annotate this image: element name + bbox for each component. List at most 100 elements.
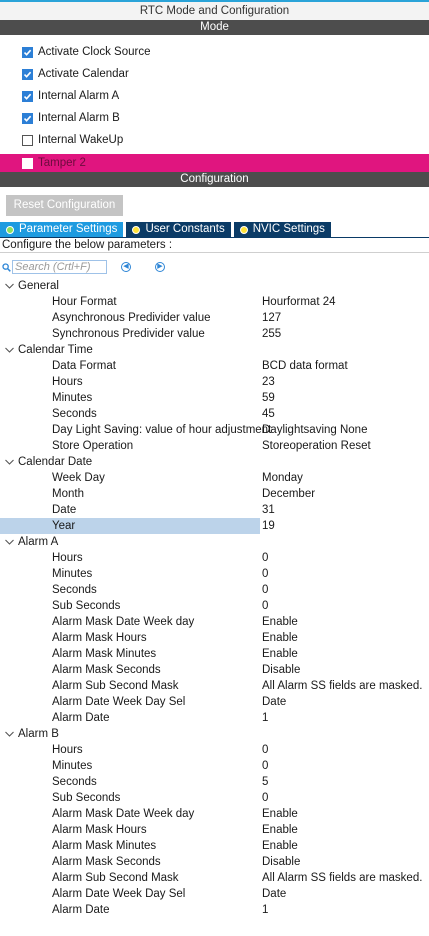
- search-field[interactable]: [12, 260, 107, 274]
- mode-item-activate-calendar[interactable]: Activate Calendar: [0, 63, 429, 85]
- parameter-value[interactable]: Monday: [262, 470, 303, 486]
- mode-item-activate-clock-source[interactable]: Activate Clock Source: [0, 41, 429, 63]
- mode-item-internal-wakeup[interactable]: Internal WakeUp: [0, 129, 429, 151]
- parameter-row[interactable]: Alarm Mask Seconds Disable: [0, 662, 429, 678]
- parameter-row[interactable]: Alarm Mask Minutes Enable: [0, 838, 429, 854]
- checkbox-icon[interactable]: [22, 46, 33, 58]
- checkbox-icon[interactable]: [22, 68, 33, 80]
- parameter-value[interactable]: Enable: [262, 838, 298, 854]
- parameter-value[interactable]: 19: [262, 518, 275, 534]
- chevron-down-icon[interactable]: [4, 282, 15, 290]
- chevron-down-icon[interactable]: [4, 538, 15, 546]
- tab-user-constants[interactable]: User Constants: [126, 222, 231, 237]
- parameter-row[interactable]: Hours 23: [0, 374, 429, 390]
- tree-group-alarm-a[interactable]: Alarm A: [0, 534, 429, 550]
- parameter-row[interactable]: Hour Format Hourformat 24: [0, 294, 429, 310]
- parameter-value[interactable]: 23: [262, 374, 275, 390]
- parameter-row[interactable]: Minutes 0: [0, 758, 429, 774]
- checkbox-icon[interactable]: [22, 90, 33, 102]
- parameter-value[interactable]: Enable: [262, 806, 298, 822]
- parameter-value[interactable]: 0: [262, 790, 268, 806]
- mode-item-tamper-2[interactable]: Tamper 2: [0, 154, 429, 172]
- parameter-value[interactable]: 5: [262, 774, 268, 790]
- parameter-value[interactable]: 0: [262, 598, 268, 614]
- parameter-row[interactable]: Alarm Mask Seconds Disable: [0, 854, 429, 870]
- parameter-value[interactable]: Date: [262, 886, 286, 902]
- tree-group-calendar-date[interactable]: Calendar Date: [0, 454, 429, 470]
- parameter-value[interactable]: 45: [262, 406, 275, 422]
- parameter-row[interactable]: Hours 0: [0, 550, 429, 566]
- parameter-row[interactable]: Alarm Sub Second Mask All Alarm SS fields…: [0, 678, 429, 694]
- chevron-down-icon[interactable]: [4, 346, 15, 354]
- parameter-value[interactable]: Daylightsaving None: [262, 422, 367, 438]
- parameter-row[interactable]: Asynchronous Predivider value 127: [0, 310, 429, 326]
- previous-result-icon[interactable]: ◀: [121, 262, 131, 272]
- parameter-value[interactable]: 0: [262, 582, 268, 598]
- parameter-value[interactable]: BCD data format: [262, 358, 348, 374]
- parameter-value[interactable]: Enable: [262, 614, 298, 630]
- checkbox-icon[interactable]: [22, 157, 33, 169]
- parameter-value[interactable]: 1: [262, 902, 268, 918]
- parameter-value[interactable]: Disable: [262, 662, 300, 678]
- parameter-row[interactable]: Alarm Date Week Day Sel Date: [0, 886, 429, 902]
- parameter-value[interactable]: 0: [262, 550, 268, 566]
- parameter-row[interactable]: Data Format BCD data format: [0, 358, 429, 374]
- next-result-icon[interactable]: ▶: [155, 262, 165, 272]
- parameter-row[interactable]: Minutes 59: [0, 390, 429, 406]
- parameter-value[interactable]: 31: [262, 502, 275, 518]
- chevron-down-icon[interactable]: [4, 730, 15, 738]
- mode-item-internal-alarm-a[interactable]: Internal Alarm A: [0, 85, 429, 107]
- parameter-row[interactable]: Alarm Date 1: [0, 710, 429, 726]
- parameter-row[interactable]: Date 31: [0, 502, 429, 518]
- mode-item-internal-alarm-b[interactable]: Internal Alarm B: [0, 107, 429, 129]
- tree-group-general[interactable]: General: [0, 278, 429, 294]
- checkbox-icon[interactable]: [22, 112, 33, 124]
- tree-group-alarm-b[interactable]: Alarm B: [0, 726, 429, 742]
- parameter-row[interactable]: Seconds 0: [0, 582, 429, 598]
- tab-nvic-settings[interactable]: NVIC Settings: [233, 222, 331, 237]
- parameter-value[interactable]: 0: [262, 566, 268, 582]
- parameter-value[interactable]: Storeoperation Reset: [262, 438, 371, 454]
- reset-configuration-button[interactable]: Reset Configuration: [6, 195, 123, 216]
- parameter-value[interactable]: Enable: [262, 630, 298, 646]
- parameter-row[interactable]: Alarm Mask Minutes Enable: [0, 646, 429, 662]
- chevron-down-icon[interactable]: [4, 458, 15, 466]
- parameter-row[interactable]: Seconds 5: [0, 774, 429, 790]
- parameter-row[interactable]: Day Light Saving: value of hour adjustme…: [0, 422, 429, 438]
- parameter-row[interactable]: Alarm Mask Hours Enable: [0, 822, 429, 838]
- search-input[interactable]: [15, 261, 95, 273]
- parameter-row[interactable]: Synchronous Predivider value 255: [0, 326, 429, 342]
- parameter-row[interactable]: Minutes 0: [0, 566, 429, 582]
- parameter-value[interactable]: 255: [262, 326, 281, 342]
- parameter-row[interactable]: Seconds 45: [0, 406, 429, 422]
- parameter-row[interactable]: Year 19: [0, 518, 429, 534]
- parameter-value[interactable]: 1: [262, 710, 268, 726]
- parameter-value[interactable]: 127: [262, 310, 281, 326]
- parameter-value[interactable]: December: [262, 486, 315, 502]
- parameter-value[interactable]: Disable: [262, 854, 300, 870]
- parameter-row[interactable]: Alarm Mask Date Week day Enable: [0, 614, 429, 630]
- parameter-value[interactable]: Date: [262, 694, 286, 710]
- parameter-value[interactable]: Enable: [262, 822, 298, 838]
- parameter-value[interactable]: 0: [262, 758, 268, 774]
- parameter-row[interactable]: Alarm Mask Date Week day Enable: [0, 806, 429, 822]
- parameter-value[interactable]: Hourformat 24: [262, 294, 336, 310]
- parameter-value[interactable]: 59: [262, 390, 275, 406]
- parameter-row[interactable]: Month December: [0, 486, 429, 502]
- parameter-row[interactable]: Sub Seconds 0: [0, 790, 429, 806]
- tab-parameter-settings[interactable]: Parameter Settings: [0, 222, 124, 237]
- parameter-value[interactable]: All Alarm SS fields are masked.: [262, 870, 422, 886]
- tree-group-calendar-time[interactable]: Calendar Time: [0, 342, 429, 358]
- parameter-row[interactable]: Store Operation Storeoperation Reset: [0, 438, 429, 454]
- parameter-row[interactable]: Alarm Sub Second Mask All Alarm SS fields…: [0, 870, 429, 886]
- parameter-row[interactable]: Alarm Date 1: [0, 902, 429, 918]
- parameter-row[interactable]: Sub Seconds 0: [0, 598, 429, 614]
- parameter-row[interactable]: Alarm Mask Hours Enable: [0, 630, 429, 646]
- parameter-row[interactable]: Alarm Date Week Day Sel Date: [0, 694, 429, 710]
- parameter-value[interactable]: 0: [262, 742, 268, 758]
- parameter-row[interactable]: Week Day Monday: [0, 470, 429, 486]
- parameter-row[interactable]: Hours 0: [0, 742, 429, 758]
- checkbox-icon[interactable]: [22, 134, 33, 146]
- parameter-value[interactable]: Enable: [262, 646, 298, 662]
- parameter-value[interactable]: All Alarm SS fields are masked.: [262, 678, 422, 694]
